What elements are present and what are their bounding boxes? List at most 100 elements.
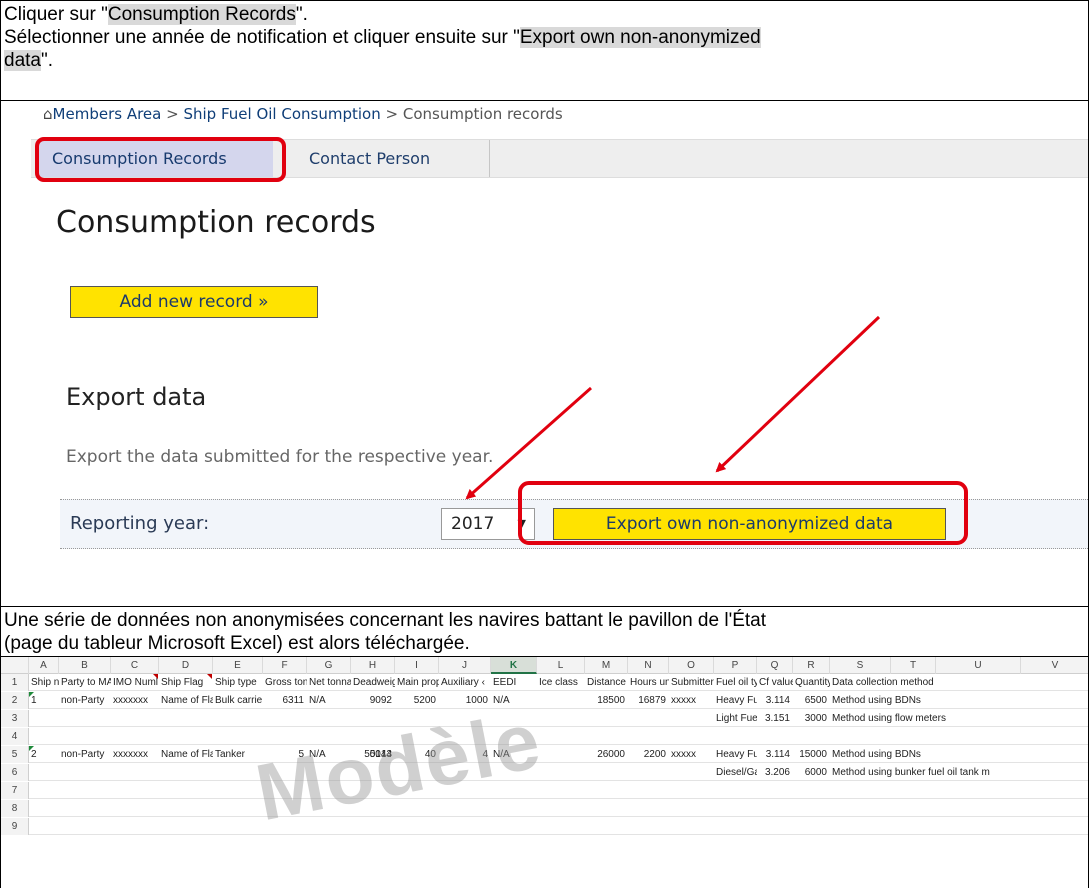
cell-j[interactable]: 4	[439, 746, 491, 763]
add-new-record-button[interactable]: Add new record »	[70, 286, 318, 318]
cell-l[interactable]	[537, 746, 585, 763]
cell-m[interactable]: 18500	[585, 692, 628, 709]
cell-i[interactable]: 5200	[395, 692, 439, 709]
column-header-p[interactable]: P	[714, 657, 757, 674]
cell-f[interactable]: Gross tonr	[263, 674, 307, 691]
cell-d[interactable]: Name of Flag	[159, 746, 213, 763]
column-header-s[interactable]: S	[830, 657, 891, 674]
column-header-g[interactable]: G	[307, 657, 351, 674]
column-header-o[interactable]: O	[669, 657, 714, 674]
cell-b[interactable]: Party to MAF	[59, 674, 111, 691]
cell-k[interactable]: N/A	[491, 692, 537, 709]
cell-q[interactable]: 3.114	[757, 746, 793, 763]
column-header-b[interactable]: B	[59, 657, 111, 674]
cell-r[interactable]: 15000	[793, 746, 830, 763]
cell-l[interactable]: Ice class	[537, 674, 585, 691]
tab-consumption-records[interactable]: Consumption Records	[38, 140, 273, 177]
row-number[interactable]: 8	[1, 800, 29, 817]
cell-i[interactable]: Main prop	[395, 674, 439, 691]
column-header-k[interactable]: K	[491, 657, 537, 674]
column-header-d[interactable]: D	[159, 657, 213, 674]
cell-r[interactable]: Quantity	[793, 674, 830, 691]
row-number[interactable]: 9	[1, 818, 29, 835]
breadcrumb-members-area[interactable]: Members Area	[53, 105, 162, 123]
cell-n[interactable]: Hours und	[628, 674, 669, 691]
cell-e[interactable]: Bulk carrie	[213, 692, 263, 709]
cell-k[interactable]: N/A	[491, 746, 537, 763]
cell-j[interactable]: Auxiliary ‹	[439, 674, 491, 691]
cell-b[interactable]: non-Party	[59, 746, 111, 763]
column-header-e[interactable]: E	[213, 657, 263, 674]
column-header-j[interactable]: J	[439, 657, 491, 674]
cell-r[interactable]: 6000	[793, 764, 830, 781]
column-header-f[interactable]: F	[263, 657, 307, 674]
cell-n[interactable]: 16879	[628, 692, 669, 709]
column-header-l[interactable]: L	[537, 657, 585, 674]
column-header-i[interactable]: I	[395, 657, 439, 674]
breadcrumb-ship-fuel[interactable]: Ship Fuel Oil Consumption	[183, 105, 380, 123]
cell-r[interactable]: 6500	[793, 692, 830, 709]
cell-h[interactable]: 50143	[351, 746, 395, 763]
cell-h[interactable]: Deadweig	[351, 674, 395, 691]
cell-c[interactable]: IMO Numl	[111, 674, 159, 691]
cell-j[interactable]: 1000	[439, 692, 491, 709]
row-number[interactable]: 3	[1, 710, 29, 727]
cell-q[interactable]: 3.114	[757, 692, 793, 709]
cell-c[interactable]: xxxxxxx	[111, 746, 159, 763]
select-all-corner[interactable]	[1, 657, 29, 674]
cell-q[interactable]: Cf value	[757, 674, 793, 691]
column-header-t[interactable]: T	[891, 657, 936, 674]
cell-p[interactable]: Fuel oil type	[714, 674, 757, 691]
cell-i[interactable]: 40	[395, 746, 439, 763]
cell-e[interactable]: Ship type	[213, 674, 263, 691]
column-header-u[interactable]: U	[936, 657, 1021, 674]
cell-r[interactable]: 3000	[793, 710, 830, 727]
column-header-n[interactable]: N	[628, 657, 669, 674]
home-icon[interactable]: ⌂	[43, 105, 53, 123]
cell-n[interactable]: 2200	[628, 746, 669, 763]
cell-s[interactable]: Data collection method	[830, 674, 934, 691]
row-number[interactable]: 7	[1, 782, 29, 799]
tab-contact-person[interactable]: Contact Person	[295, 140, 490, 177]
column-header-q[interactable]: Q	[757, 657, 793, 674]
export-own-data-button[interactable]: Export own non-anonymized data	[553, 508, 946, 540]
cell-c[interactable]: xxxxxxx	[111, 692, 159, 709]
cell-f[interactable]: 5	[263, 746, 307, 763]
cell-g[interactable]: N/A	[307, 746, 351, 763]
row-number[interactable]: 2	[1, 692, 29, 709]
column-header-v[interactable]: V	[1021, 657, 1088, 674]
column-header-a[interactable]: A	[29, 657, 59, 674]
cell-f[interactable]: 6311	[263, 692, 307, 709]
cell-s[interactable]: Method using BDNs	[830, 746, 921, 763]
cell-h[interactable]: 9092	[351, 692, 395, 709]
cell-q[interactable]: 3.206	[757, 764, 793, 781]
cell-p[interactable]: Diesel/Gas (	[714, 764, 757, 781]
column-header-m[interactable]: M	[585, 657, 628, 674]
row-number[interactable]: 6	[1, 764, 29, 781]
cell-o[interactable]: Submitter	[669, 674, 714, 691]
column-header-r[interactable]: R	[793, 657, 830, 674]
reporting-year-select[interactable]: 2017 ▼	[441, 508, 535, 540]
cell-g[interactable]: N/A	[307, 692, 351, 709]
cell-l[interactable]	[537, 692, 585, 709]
cell-s[interactable]: Method using BDNs	[830, 692, 921, 709]
cell-e[interactable]: Tanker	[213, 746, 263, 763]
cell-p[interactable]: Heavy Fuel (	[714, 746, 757, 763]
row-number[interactable]: 1	[1, 674, 29, 691]
cell-b[interactable]: non-Party	[59, 692, 111, 709]
cell-d[interactable]: Name of Flag	[159, 692, 213, 709]
cell-o[interactable]: xxxxx	[669, 746, 714, 763]
cell-p[interactable]: Heavy Fuel (	[714, 692, 757, 709]
cell-s[interactable]: Method using flow meters	[830, 710, 946, 727]
cell-q[interactable]: 3.151	[757, 710, 793, 727]
cell-k[interactable]: EEDI	[491, 674, 537, 691]
cell-d[interactable]: Ship Flag	[159, 674, 213, 691]
cell-m[interactable]: Distance t	[585, 674, 628, 691]
cell-g[interactable]: Net tonna	[307, 674, 351, 691]
cell-p[interactable]: Light Fuel O	[714, 710, 757, 727]
row-number[interactable]: 5	[1, 746, 29, 763]
cell-a[interactable]: Ship no.	[29, 674, 59, 691]
cell-m[interactable]: 26000	[585, 746, 628, 763]
column-header-h[interactable]: H	[351, 657, 395, 674]
cell-o[interactable]: xxxxx	[669, 692, 714, 709]
